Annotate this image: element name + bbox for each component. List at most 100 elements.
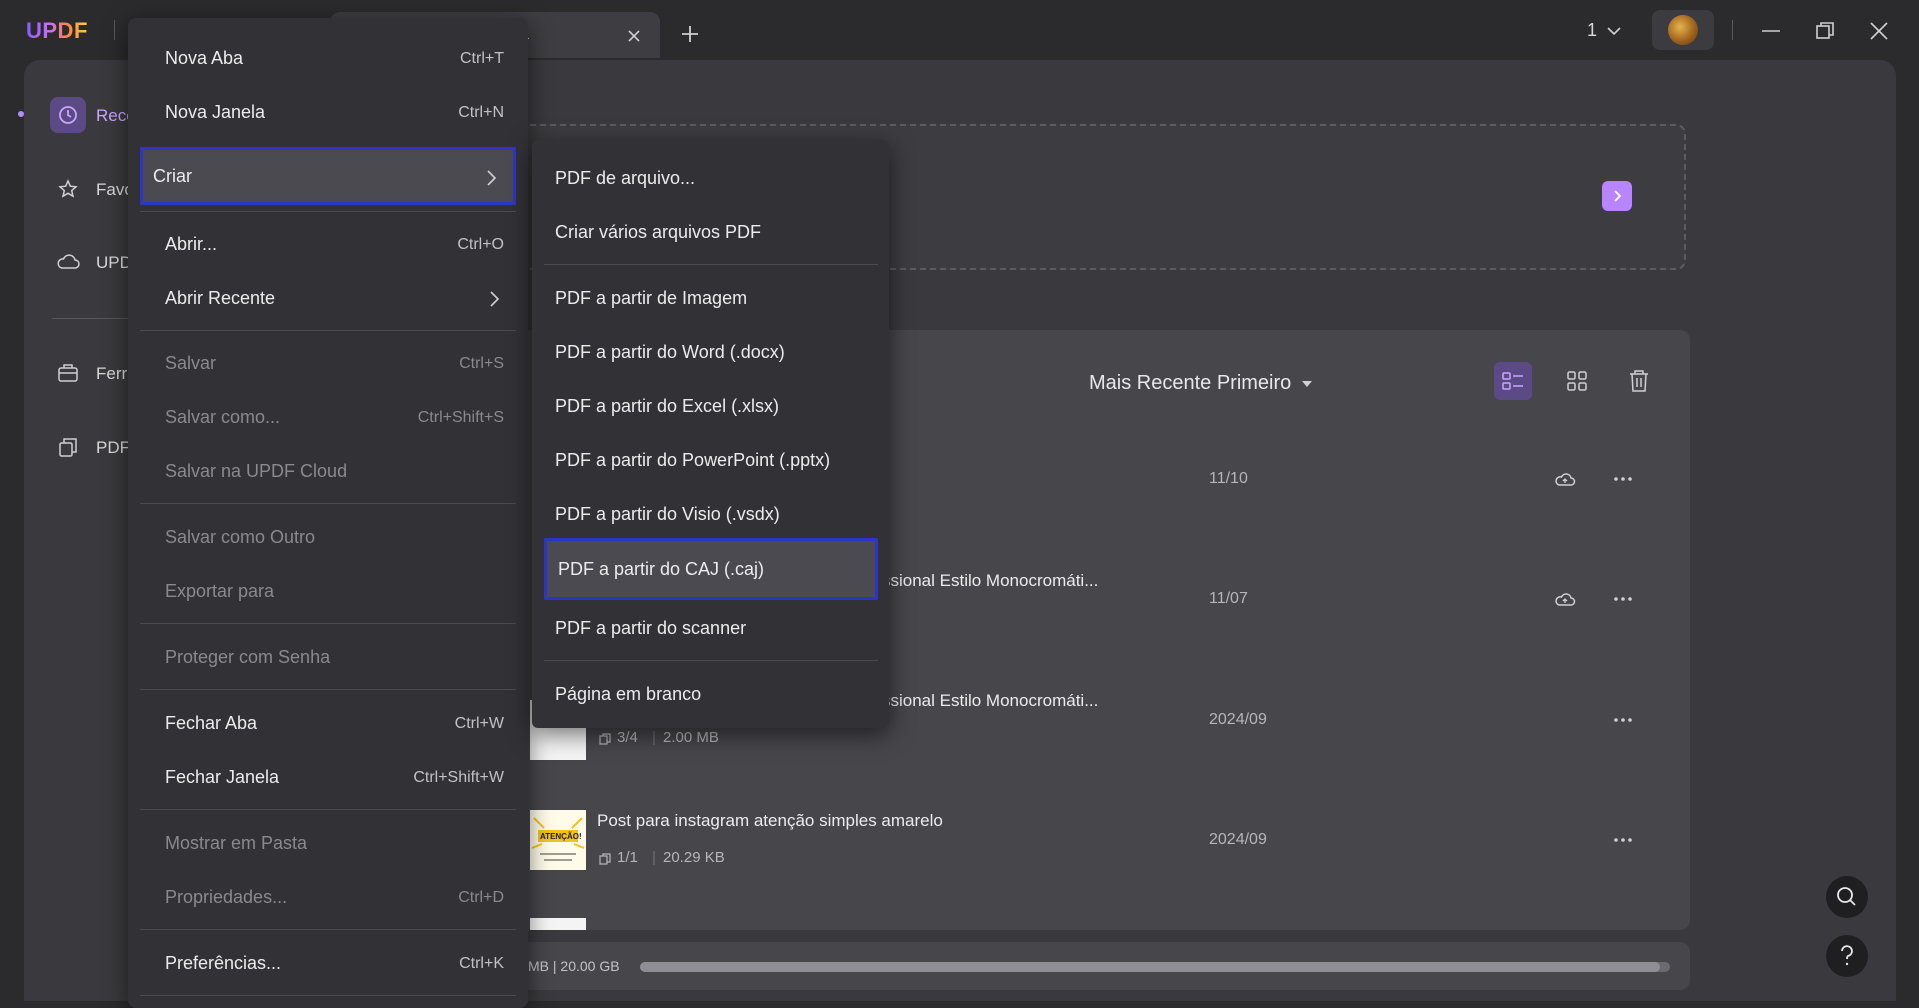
menu-item-label: Salvar na UPDF Cloud [165,461,348,481]
avatar-image [1668,15,1698,45]
menu-item-preferences[interactable]: Preferências... Ctrl+K [140,941,516,987]
submenu-item-label: PDF de arquivo... [555,168,696,188]
menu-separator [140,503,516,504]
pages-icon [599,733,611,745]
meta-separator: | [652,729,656,746]
menu-item-label: Salvar [165,353,217,373]
menu-item-save-as-other[interactable]: Salvar como Outro [140,515,516,561]
menu-item-save-cloud[interactable]: Salvar na UPDF Cloud [140,449,516,495]
menu-item-new-tab[interactable]: Nova Aba Ctrl+T [140,36,516,82]
more-icon[interactable] [1610,827,1636,853]
sort-dropdown[interactable]: Mais Recente Primeiro [1089,372,1291,395]
search-button[interactable] [1826,876,1868,918]
page-count: 1/1 [617,849,638,866]
trash-button[interactable] [1620,362,1658,400]
menu-item-shortcut: Ctrl+K [459,955,504,972]
menu-item-protect-password[interactable]: Proteger com Senha [140,635,516,681]
caret-down-icon[interactable] [1300,377,1314,391]
more-icon[interactable] [1610,466,1636,492]
submenu-item-label: PDF a partir do Excel (.xlsx) [555,396,780,416]
sidebar-item-label: UPD [96,253,132,272]
submenu-item-label: PDF a partir do PowerPoint (.pptx) [555,450,831,470]
menu-item-create[interactable]: Criar [140,147,516,205]
menu-item-open-recent[interactable]: Abrir Recente [140,276,516,322]
copy-icon [50,429,86,465]
more-icon[interactable] [1610,707,1636,733]
avatar[interactable] [1652,10,1714,50]
menu-separator [140,929,516,930]
plus-icon[interactable] [680,24,700,44]
menu-separator [544,264,878,265]
cloud-icon[interactable] [1552,586,1578,612]
list-view-button[interactable] [1494,362,1532,400]
submenu-item-label: PDF a partir do scanner [555,618,747,638]
meta-separator: | [652,849,656,866]
grid-view-button[interactable] [1558,362,1596,400]
grid-view-icon [1567,371,1587,391]
restore-icon[interactable] [1814,20,1836,42]
menu-separator [140,995,516,996]
menu-item-label: Mostrar em Pasta [165,833,308,853]
file-thumbnail [530,918,586,930]
submenu-item-from-powerpoint[interactable]: PDF a partir do PowerPoint (.pptx) [542,438,879,484]
chevron-right-icon[interactable] [1602,181,1632,211]
star-icon [50,171,86,207]
minimize-icon[interactable] [1760,20,1782,42]
create-submenu: PDF de arquivo... Criar vários arquivos … [532,140,889,728]
close-window-icon[interactable] [1868,20,1890,42]
trash-icon [1630,370,1648,392]
submenu-item-pdf-from-file[interactable]: PDF de arquivo... [542,156,879,202]
menu-item-properties[interactable]: Propriedades... Ctrl+D [140,875,516,921]
submenu-item-from-scanner[interactable]: PDF a partir do scanner [542,606,879,652]
submenu-item-label: Criar vários arquivos PDF [555,222,762,242]
menu-item-save[interactable]: Salvar Ctrl+S [140,341,516,387]
sidebar-item-label: PDF [96,438,130,457]
menu-item-label: Salvar como... [165,407,281,427]
menu-item-label: Criar [153,166,192,186]
thumbnail-badge: ATENÇÃO! [540,832,582,841]
more-icon[interactable] [1610,586,1636,612]
menu-item-shortcut: Ctrl+T [460,50,504,67]
menu-item-label: Fechar Janela [165,767,280,787]
menu-item-shortcut: Ctrl+S [459,355,504,372]
submenu-item-from-excel[interactable]: PDF a partir do Excel (.xlsx) [542,384,879,430]
menu-item-new-window[interactable]: Nova Janela Ctrl+N [140,90,516,136]
sidebar-divider [52,318,132,319]
page-count[interactable]: 1 [1587,20,1597,41]
submenu-item-from-word[interactable]: PDF a partir do Word (.docx) [542,330,879,376]
file-title: Post para instagram atenção simples amar… [597,811,943,830]
file-thumbnail: ATENÇÃO! [530,810,586,870]
pages-icon [599,853,611,865]
menu-item-close-tab[interactable]: Fechar Aba Ctrl+W [140,701,516,747]
submenu-item-blank-page[interactable]: Página em branco [542,672,879,718]
menu-item-show-in-folder[interactable]: Mostrar em Pasta [140,821,516,867]
row-date: 11/10 [1209,470,1248,487]
menu-item-label: Nova Aba [165,48,244,68]
submenu-item-label: PDF a partir de Imagem [555,288,748,308]
chevron-right-icon [487,170,497,186]
file-size: 20.29 KB [663,849,725,866]
submenu-item-from-image[interactable]: PDF a partir de Imagem [542,276,879,322]
menu-item-label: Propriedades... [165,887,288,907]
chevron-down-icon[interactable] [1606,23,1622,39]
menu-item-open[interactable]: Abrir... Ctrl+O [140,222,516,268]
menu-item-label: Salvar como Outro [165,527,316,547]
storage-progress-fill [640,962,1660,972]
close-icon[interactable] [626,28,642,44]
menu-item-save-as[interactable]: Salvar como... Ctrl+Shift+S [140,395,516,441]
submenu-item-label: Página em branco [555,684,702,704]
menu-item-label: Fechar Aba [165,713,258,733]
help-button[interactable] [1826,935,1868,977]
toolbox-icon [50,355,86,391]
menu-item-label: Abrir Recente [165,288,276,308]
menu-item-export[interactable]: Exportar para [140,569,516,615]
submenu-item-from-visio[interactable]: PDF a partir do Visio (.vsdx) [542,492,879,538]
chevron-right-icon [490,291,500,307]
submenu-item-from-caj[interactable]: PDF a partir do CAJ (.caj) [544,538,878,600]
cloud-icon[interactable] [1552,466,1578,492]
title-separator [114,20,115,40]
submenu-item-create-multiple[interactable]: Criar vários arquivos PDF [542,210,879,256]
menu-item-label: Exportar para [165,581,275,601]
menu-separator [140,623,516,624]
menu-item-close-window[interactable]: Fechar Janela Ctrl+Shift+W [140,755,516,801]
